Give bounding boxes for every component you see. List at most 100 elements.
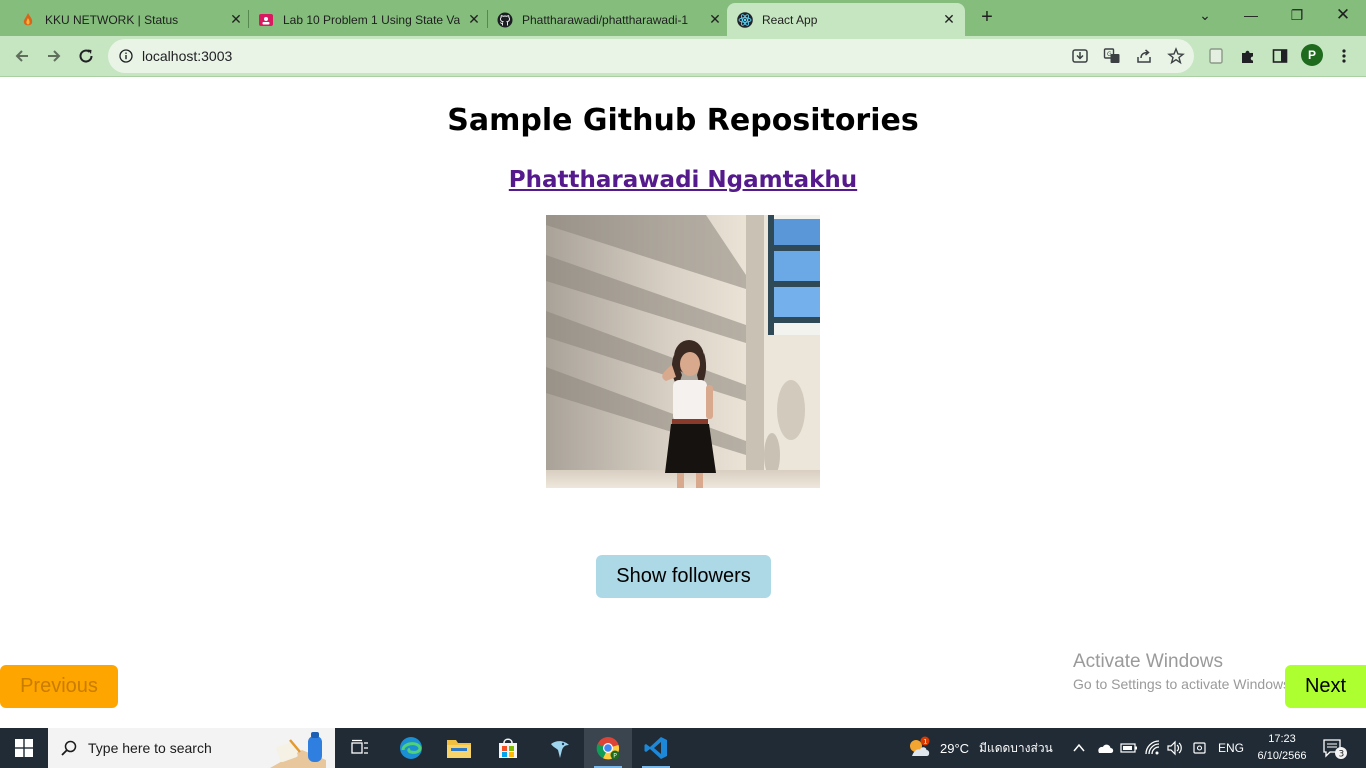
back-button[interactable]	[10, 44, 34, 68]
speaker-icon	[1167, 740, 1182, 756]
wifi-icon	[1145, 740, 1160, 755]
extensions-puzzle-icon[interactable]	[1238, 46, 1258, 66]
forward-arrow-icon	[48, 50, 61, 62]
svg-text:G: G	[1107, 51, 1112, 58]
reload-button[interactable]	[74, 44, 98, 68]
vscode-icon	[644, 737, 667, 759]
minimize-icon[interactable]: —	[1228, 0, 1274, 30]
notification-count: 3	[1339, 750, 1345, 760]
input-language[interactable]: ENG	[1218, 728, 1244, 768]
search-highlight-icon	[270, 732, 326, 768]
cloud-icon	[1098, 744, 1114, 753]
start-button[interactable]	[0, 728, 48, 768]
chrome-icon: P	[596, 737, 620, 760]
share-icon[interactable]	[1134, 46, 1154, 66]
address-bar[interactable]: localhost:3003 G	[108, 39, 1194, 73]
notification-icon: 3	[1323, 739, 1347, 760]
bookmark-star-icon[interactable]	[1166, 46, 1186, 66]
clock-date: 6/10/2566	[1257, 750, 1307, 762]
tab-divider	[248, 10, 249, 28]
taskbar-bird-app[interactable]	[536, 728, 584, 768]
reload-icon	[79, 49, 93, 63]
watermark-title: Activate Windows	[1073, 651, 1223, 672]
browser-toolbar: localhost:3003 G P	[0, 36, 1366, 76]
tab-title: React App	[762, 12, 818, 27]
weather-badge: 1	[923, 737, 927, 745]
partly-sunny-icon: 1	[910, 736, 930, 756]
close-window-icon[interactable]: ✕	[1320, 0, 1366, 30]
browser-tab-strip: KKU NETWORK | Status ✕ Lab 10 Problem 1 …	[0, 0, 1366, 36]
url-text: localhost:3003	[142, 48, 233, 64]
battery-icon	[1120, 743, 1137, 753]
weather-condition: มีแดดบางส่วน	[979, 740, 1053, 755]
forward-button[interactable]	[42, 44, 66, 68]
taskbar-store[interactable]	[484, 728, 532, 768]
github-icon	[497, 12, 513, 27]
folder-icon	[447, 740, 471, 758]
profile-avatar[interactable]: P	[1301, 44, 1323, 66]
show-hidden-icons-button[interactable]	[1072, 728, 1086, 768]
bird-app-icon	[551, 741, 569, 758]
chrome-menu-icon[interactable]	[1334, 46, 1354, 66]
windows-taskbar: Type here to search P 1 29°C มีแดดบางส่ว…	[0, 728, 1366, 768]
tab-search-chevron-icon[interactable]: ⌄	[1182, 0, 1228, 30]
tab-title: KKU NETWORK | Status	[45, 12, 179, 27]
tab-divider	[487, 10, 488, 28]
clock-time: 17:23	[1268, 733, 1296, 745]
taskbar-file-explorer[interactable]	[435, 728, 483, 768]
user-avatar-photo	[546, 215, 820, 488]
watermark-subtitle: Go to Settings to activate Windows.	[1073, 676, 1294, 692]
task-view-icon	[351, 739, 368, 754]
tab-lab-10[interactable]: Lab 10 Problem 1 Using State Va ✕	[252, 3, 482, 36]
weather-temperature: 29°C	[940, 740, 970, 756]
close-tab-icon[interactable]: ✕	[466, 11, 482, 28]
install-app-icon[interactable]	[1070, 46, 1090, 66]
close-tab-icon[interactable]: ✕	[228, 11, 244, 28]
svg-text:P: P	[613, 752, 617, 759]
page-title: Sample Github Repositories	[447, 103, 919, 138]
restore-icon[interactable]: ❐	[1274, 0, 1320, 30]
chevron-up-icon	[1073, 743, 1085, 752]
page-content: Sample Github Repositories Phattharawadi…	[0, 77, 1366, 728]
react-icon	[737, 11, 753, 28]
close-tab-icon[interactable]: ✕	[941, 11, 957, 28]
back-arrow-icon	[15, 50, 28, 62]
reading-list-icon[interactable]	[1206, 46, 1226, 66]
edge-icon	[400, 737, 422, 759]
network-tray[interactable]	[1144, 728, 1162, 768]
show-followers-button[interactable]: Show followers	[596, 555, 771, 598]
previous-button[interactable]: Previous	[0, 665, 118, 708]
tab-kku-network[interactable]: KKU NETWORK | Status ✕	[12, 3, 244, 36]
meet-now-tray[interactable]	[1192, 728, 1208, 768]
tab-title: Lab 10 Problem 1 Using State Va	[283, 12, 461, 27]
taskbar-clock[interactable]: 17:23 6/10/2566	[1252, 731, 1312, 765]
taskbar-edge[interactable]	[387, 728, 435, 768]
github-user-link[interactable]: Phattharawadi Ngamtakhu	[0, 167, 1366, 193]
search-icon	[61, 740, 77, 756]
site-info-icon[interactable]	[119, 49, 133, 63]
task-view-button[interactable]	[336, 728, 384, 768]
taskbar-vscode[interactable]	[632, 728, 680, 768]
taskbar-chrome[interactable]: P	[584, 728, 632, 768]
close-tab-icon[interactable]: ✕	[707, 11, 723, 28]
activate-windows-watermark: Activate Windows Go to Settings to activ…	[1073, 651, 1294, 692]
volume-tray[interactable]	[1166, 728, 1184, 768]
tab-react-app[interactable]: React App ✕	[727, 3, 965, 36]
windows-logo-icon	[15, 739, 33, 757]
display-icon	[1193, 742, 1206, 754]
taskbar-search-box[interactable]: Type here to search	[48, 728, 335, 768]
new-tab-button[interactable]: +	[976, 6, 998, 28]
search-placeholder: Type here to search	[88, 740, 212, 756]
kku-flame-icon	[23, 12, 33, 25]
classroom-icon	[259, 13, 273, 26]
store-icon	[499, 738, 517, 758]
battery-tray[interactable]	[1120, 728, 1138, 768]
notification-center-button[interactable]: 3	[1322, 738, 1348, 765]
weather-widget[interactable]: 1 29°C มีแดดบางส่วน	[906, 728, 1053, 768]
onedrive-tray[interactable]	[1096, 728, 1114, 768]
tab-github[interactable]: Phattharawadi/phattharawadi-1 ✕	[491, 3, 723, 36]
translate-icon[interactable]: G	[1102, 46, 1122, 66]
side-panel-icon[interactable]	[1270, 46, 1290, 66]
next-button[interactable]: Next	[1285, 665, 1366, 708]
tab-title: Phattharawadi/phattharawadi-1	[522, 12, 689, 27]
